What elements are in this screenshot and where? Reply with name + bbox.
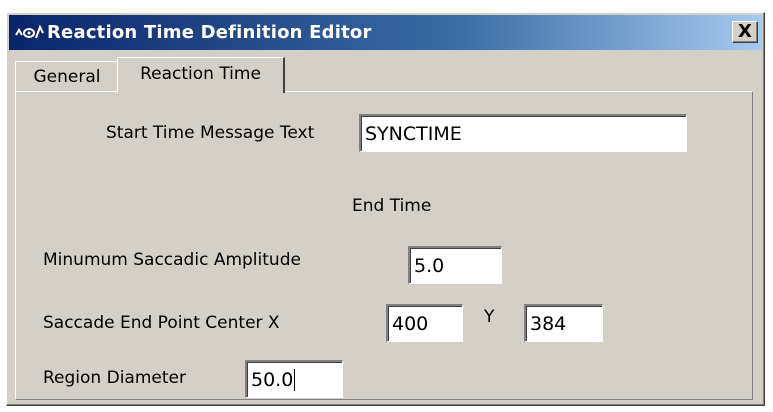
eye-wave-icon xyxy=(13,21,47,45)
title-bar[interactable]: Reaction Time Definition Editor X xyxy=(9,15,762,50)
start-time-label: Start Time Message Text xyxy=(106,123,315,143)
window-title: Reaction Time Definition Editor xyxy=(47,22,372,43)
tab-reaction-time-label: Reaction Time xyxy=(140,63,261,84)
tab-strip: General Reaction Time xyxy=(13,57,753,93)
region-diameter-label: Region Diameter xyxy=(43,368,186,388)
center-y-input[interactable]: 384 xyxy=(524,304,603,342)
editor-window: Reaction Time Definition Editor X Genera… xyxy=(6,12,765,406)
min-amplitude-input[interactable]: 5.0 xyxy=(408,246,502,284)
end-time-heading: End Time xyxy=(352,196,432,216)
center-x-input[interactable]: 400 xyxy=(386,304,463,342)
tab-general-label: General xyxy=(33,66,101,87)
center-x-value: 400 xyxy=(392,312,429,335)
start-time-message-input[interactable]: SYNCTIME xyxy=(359,114,687,152)
close-icon: X xyxy=(738,21,752,42)
close-button[interactable]: X xyxy=(732,21,758,43)
reaction-time-panel: Start Time Message Text SYNCTIME End Tim… xyxy=(15,91,753,400)
center-y-value: 384 xyxy=(530,312,567,335)
center-y-label: Y xyxy=(484,307,495,327)
text-caret xyxy=(294,368,296,391)
tab-reaction-time[interactable]: Reaction Time xyxy=(117,57,285,93)
region-diameter-value: 50.0 xyxy=(251,368,294,391)
tab-general[interactable]: General xyxy=(15,61,119,91)
min-amplitude-value: 5.0 xyxy=(414,254,445,277)
start-time-message-value: SYNCTIME xyxy=(365,122,462,145)
region-diameter-input[interactable]: 50.0 xyxy=(245,360,343,398)
min-amplitude-label: Minumum Saccadic Amplitude xyxy=(43,250,301,270)
center-x-label: Saccade End Point Center X xyxy=(43,313,280,333)
